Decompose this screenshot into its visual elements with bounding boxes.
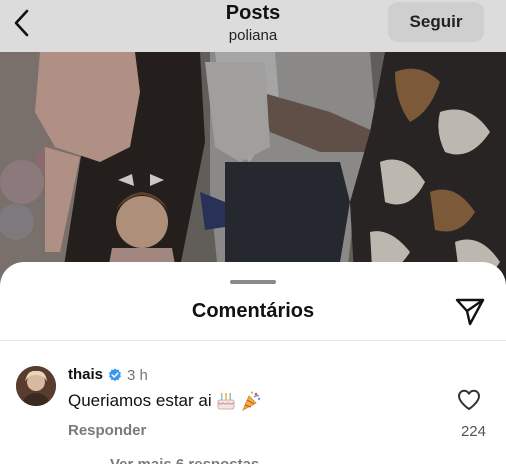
- comment-username[interactable]: thais: [68, 366, 103, 383]
- comment-timestamp: 3 h: [127, 367, 148, 384]
- header: Posts poliana Seguir: [0, 0, 506, 52]
- comment-body: Queriamos estar ai: [68, 390, 262, 412]
- avatar[interactable]: [16, 366, 56, 406]
- birthday-cake-icon: [217, 393, 235, 410]
- like-count: 224: [460, 423, 486, 440]
- avatar-image: [16, 366, 56, 406]
- post-photo: [0, 52, 506, 292]
- family-photo-image: [0, 52, 506, 292]
- sheet-divider: [0, 340, 506, 341]
- drag-handle[interactable]: [230, 280, 276, 284]
- reply-button[interactable]: Responder: [68, 422, 146, 439]
- like-button[interactable]: [456, 388, 482, 412]
- view-replies-button[interactable]: Ver mais 6 respostas: [110, 456, 259, 464]
- send-icon: [455, 298, 485, 326]
- comments-title: Comentários: [191, 300, 315, 322]
- verified-badge-icon: [109, 368, 121, 382]
- comment-text: Queriamos estar ai: [68, 391, 212, 410]
- party-popper-icon: [241, 391, 260, 411]
- share-button[interactable]: [452, 296, 488, 328]
- follow-button[interactable]: Seguir: [388, 2, 484, 42]
- comments-sheet: Comentários thais 3 h Queriamos estar ai: [0, 262, 506, 464]
- heart-icon: [458, 389, 480, 410]
